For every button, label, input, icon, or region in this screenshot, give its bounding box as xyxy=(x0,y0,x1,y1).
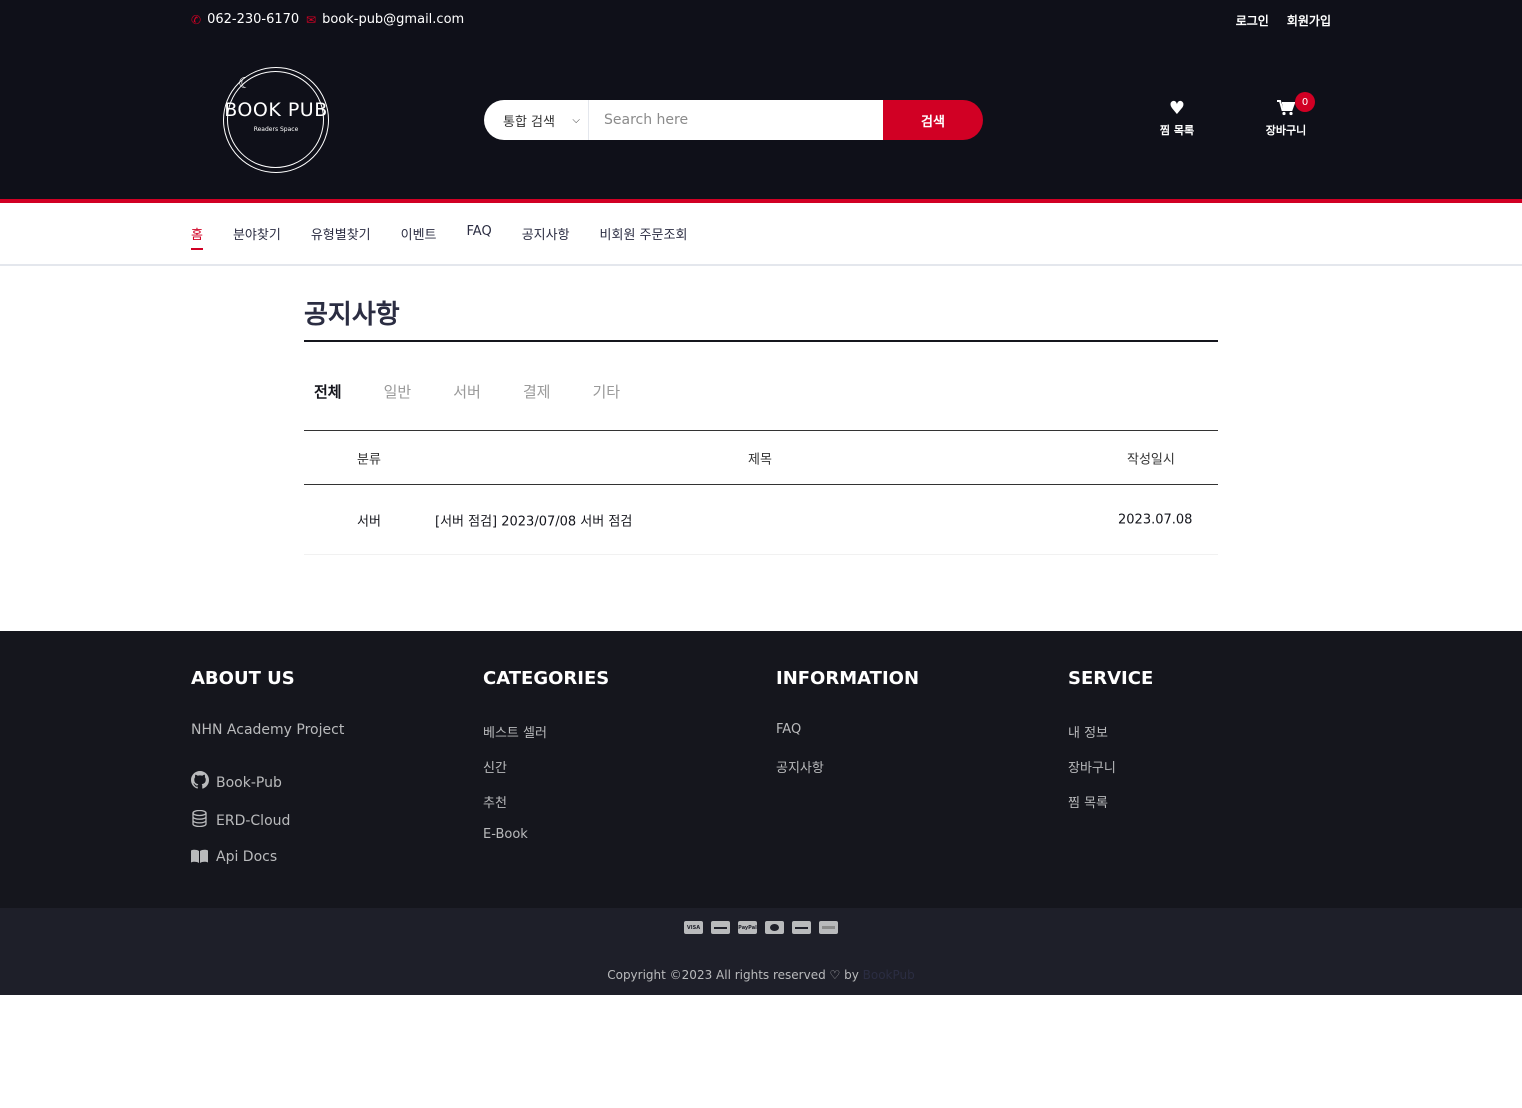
phone-number: 062-230-6170 xyxy=(207,12,300,27)
heart-icon: ♥ xyxy=(1168,98,1186,119)
amex-icon xyxy=(819,921,838,934)
page-title: 공지사항 xyxy=(304,300,400,330)
footer-link-wishlist[interactable]: 찜 목록 xyxy=(1068,792,1108,811)
footer-about: ABOUT US xyxy=(191,668,295,689)
table-row[interactable]: 서버 [서버 점검] 2023/07/08 서버 점검 2023.07.08 xyxy=(304,485,1218,555)
footer-link-bestseller[interactable]: 베스트 셀러 xyxy=(483,722,547,741)
search-button[interactable]: 검색 xyxy=(883,100,983,140)
tab-all[interactable]: 전체 xyxy=(314,381,342,402)
github-icon xyxy=(191,771,210,793)
email-contact[interactable]: ✉ book-pub@gmail.com xyxy=(306,12,464,27)
footer-information-title: INFORMATION xyxy=(776,668,920,689)
search-category-value: 통합 검색 xyxy=(503,114,555,130)
row-date: 2023.07.08 xyxy=(1118,512,1193,527)
logo[interactable]: ☾ BOOK PUB Readers Space xyxy=(191,55,361,185)
footer-link-erd-cloud[interactable]: ERD-Cloud xyxy=(216,813,290,829)
copyright-text: Copyright ©2023 All rights reserved ♡ by xyxy=(607,968,859,982)
footer-link-recommended[interactable]: 추천 xyxy=(483,792,507,811)
footer-service: SERVICE xyxy=(1068,668,1153,689)
footer-link-faq[interactable]: FAQ xyxy=(776,722,801,737)
header-date: 작성일시 xyxy=(1127,452,1175,467)
copyright: Copyright ©2023 All rights reserved ♡ by… xyxy=(0,968,1522,982)
footer-link-api-docs[interactable]: Api Docs xyxy=(216,849,277,865)
header-category: 분류 xyxy=(357,452,381,467)
search-form: 통합 검색 ⌵ Search here 검색 xyxy=(484,100,983,140)
footer-link-my-info[interactable]: 내 정보 xyxy=(1068,722,1108,741)
paypal-icon: PayPal xyxy=(738,921,757,934)
account-links: 로그인 회원가입 xyxy=(1236,12,1331,29)
mastercard-icon xyxy=(765,921,784,934)
footer-categories-title: CATEGORIES xyxy=(483,668,610,689)
top-header: ✆ 062-230-6170 ✉ book-pub@gmail.com 로그인 … xyxy=(0,0,1522,40)
nav-item-type-search[interactable]: 유형별찾기 xyxy=(311,224,371,250)
nav-item-events[interactable]: 이벤트 xyxy=(401,224,437,250)
search-category-select[interactable]: 통합 검색 ⌵ xyxy=(484,100,589,140)
book-open-icon xyxy=(191,848,208,867)
phone-icon: ✆ xyxy=(191,12,202,27)
nav-item-category-search[interactable]: 분야찾기 xyxy=(233,224,281,250)
credit-card-icon xyxy=(711,921,730,934)
visa-icon: VISA xyxy=(684,921,703,934)
footer-link-cart[interactable]: 장바구니 xyxy=(1068,757,1116,776)
main-navigation: 홈 분야찾기 유형별찾기 이벤트 FAQ 공지사항 비회원 주문조회 xyxy=(0,203,1522,266)
signup-link[interactable]: 회원가입 xyxy=(1287,12,1331,29)
footer-link-new[interactable]: 신간 xyxy=(483,757,507,776)
row-category: 서버 xyxy=(357,514,381,529)
tab-etc[interactable]: 기타 xyxy=(592,381,620,402)
row-title[interactable]: [서버 점검] 2023/07/08 서버 점검 xyxy=(435,510,632,529)
footer-about-text: NHN Academy Project xyxy=(191,722,345,738)
footer-link-notices[interactable]: 공지사항 xyxy=(776,757,824,776)
nav-item-guest-order[interactable]: 비회원 주문조회 xyxy=(600,224,688,250)
copyright-brand-link[interactable]: BookPub xyxy=(863,968,915,982)
logo-subtitle: Readers Space xyxy=(253,126,299,133)
header-title: 제목 xyxy=(748,452,772,467)
cart-count-badge: 0 xyxy=(1295,92,1315,112)
login-link[interactable]: 로그인 xyxy=(1236,12,1269,29)
tab-payment[interactable]: 결제 xyxy=(523,381,551,402)
footer-categories: CATEGORIES xyxy=(483,668,609,689)
nav-item-faq[interactable]: FAQ xyxy=(467,224,492,250)
chevron-down-icon: ⌵ xyxy=(572,114,580,126)
nav-item-notices[interactable]: 공지사항 xyxy=(522,224,570,250)
envelope-icon: ✉ xyxy=(306,12,317,27)
tab-general[interactable]: 일반 xyxy=(384,381,412,402)
footer-link-bookpub[interactable]: Book-Pub xyxy=(216,775,282,791)
table-header: 분류 제목 작성일시 xyxy=(304,430,1218,485)
footer-about-title: ABOUT US xyxy=(191,668,295,689)
discover-icon xyxy=(792,921,811,934)
footer-information: INFORMATION xyxy=(776,668,919,689)
search-input[interactable]: Search here xyxy=(589,100,883,140)
tab-server[interactable]: 서버 xyxy=(453,381,481,402)
footer-link-ebook[interactable]: E-Book xyxy=(483,827,528,842)
payment-icons: VISA PayPal xyxy=(684,921,838,934)
notice-table: 분류 제목 작성일시 서버 [서버 점검] 2023/07/08 서버 점검 2… xyxy=(304,430,1218,555)
search-placeholder: Search here xyxy=(604,112,689,128)
email-address: book-pub@gmail.com xyxy=(322,12,465,27)
wishlist-label: 찜 목록 xyxy=(1159,124,1195,137)
wishlist-button[interactable]: ♥ 찜 목록 xyxy=(1142,100,1212,138)
phone-contact[interactable]: ✆ 062-230-6170 xyxy=(191,12,299,27)
logo-title: BOOK PUB xyxy=(224,99,328,121)
notice-tabs: 전체 일반 서버 결제 기타 xyxy=(314,381,620,402)
cart-label: 장바구니 xyxy=(1265,124,1307,137)
cart-button[interactable]: 장바구니 0 xyxy=(1251,92,1321,138)
title-divider xyxy=(304,340,1218,342)
database-icon xyxy=(192,809,207,831)
footer-service-title: SERVICE xyxy=(1068,668,1154,689)
nav-item-home[interactable]: 홈 xyxy=(191,224,203,250)
moon-icon: ☾ xyxy=(238,74,252,92)
